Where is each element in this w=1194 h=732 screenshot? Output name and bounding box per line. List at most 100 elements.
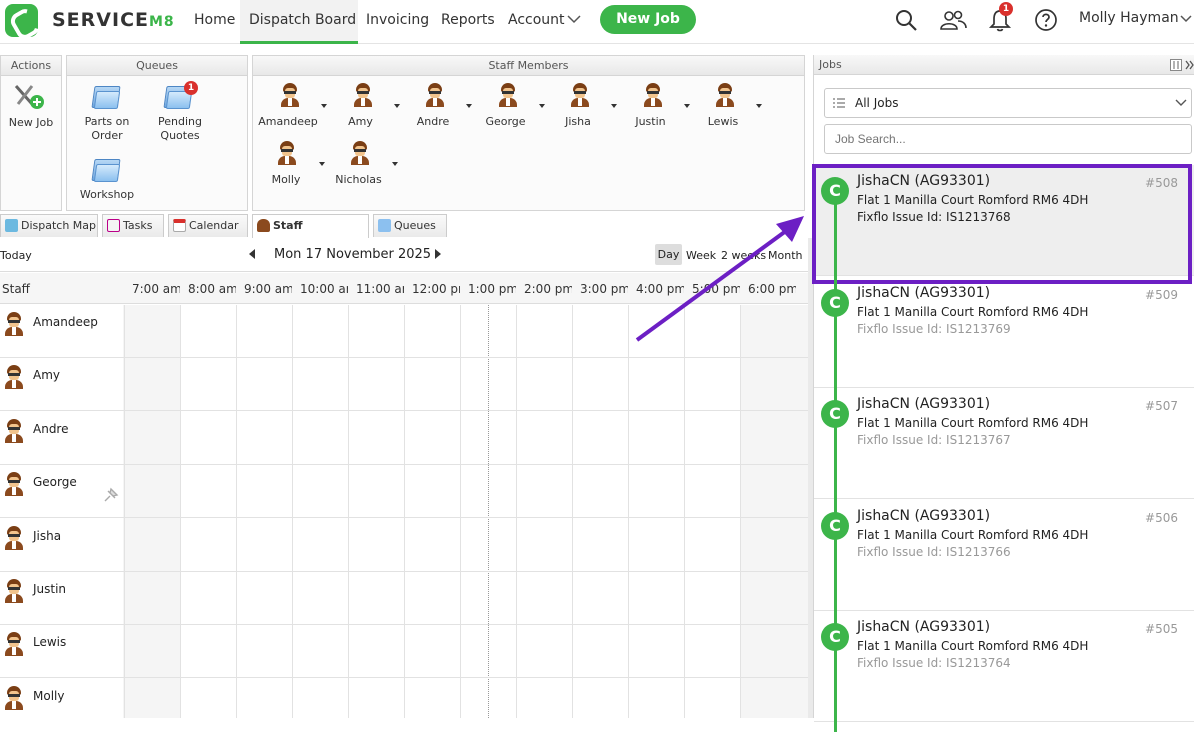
actions-panel: Actions New Job bbox=[0, 55, 62, 211]
staff-member-molly[interactable]: Molly bbox=[256, 139, 325, 194]
nav-dispatch-board[interactable]: Dispatch Board bbox=[240, 0, 358, 44]
staff-avatar-icon bbox=[424, 83, 446, 107]
jobs-filter-select[interactable]: All Jobs bbox=[824, 88, 1192, 118]
schedule-row-justin[interactable]: Justin bbox=[0, 572, 808, 625]
tasks-icon bbox=[107, 219, 120, 232]
new-job-button[interactable]: New Job bbox=[600, 5, 696, 34]
staff-avatar-icon bbox=[352, 83, 374, 107]
help-icon[interactable] bbox=[1034, 8, 1058, 32]
new-job-tools-icon[interactable] bbox=[12, 82, 48, 112]
dropdown-caret-icon[interactable] bbox=[683, 104, 690, 108]
dropdown-caret-icon[interactable] bbox=[466, 104, 472, 108]
chevron-down-icon[interactable] bbox=[567, 15, 581, 24]
tab-tasks[interactable]: Tasks bbox=[102, 214, 164, 237]
tab-queues[interactable]: Queues bbox=[373, 214, 447, 237]
nav-home[interactable]: Home bbox=[194, 0, 235, 44]
brand-logo[interactable]: SERVICEM8 bbox=[52, 9, 175, 31]
job-card[interactable]: JishaCN (AG93301) Flat 1 Manilla Court Ro… bbox=[814, 388, 1194, 499]
folder-icon[interactable] bbox=[91, 83, 121, 109]
schedule-row-label: George bbox=[33, 475, 77, 490]
dropdown-caret-icon[interactable] bbox=[611, 104, 617, 108]
job-title: JishaCN (AG93301) bbox=[857, 396, 991, 412]
pin-icon[interactable] bbox=[103, 487, 119, 503]
schedule-row-label: Amandeep bbox=[33, 315, 98, 329]
schedule-row-lewis[interactable]: Lewis bbox=[0, 625, 808, 679]
tab-staff-schedules[interactable]: Staff Schedules bbox=[252, 214, 369, 254]
chevron-down-icon[interactable] bbox=[1175, 99, 1187, 107]
hour-label: 8:00 am bbox=[188, 282, 236, 296]
nav-reports[interactable]: Reports bbox=[441, 0, 495, 44]
job-address: Flat 1 Manilla Court Romford RM6 4DH bbox=[857, 639, 1089, 653]
previous-day-icon[interactable] bbox=[249, 249, 256, 259]
job-title: JishaCN (AG93301) bbox=[857, 507, 991, 524]
tab-dispatch-map[interactable]: Dispatch Map bbox=[0, 214, 98, 237]
schedule-row-amy[interactable]: Amy bbox=[0, 358, 808, 412]
schedule-row-molly[interactable]: Molly bbox=[0, 679, 808, 718]
today-button[interactable]: Today bbox=[0, 249, 32, 262]
schedule-row-andre[interactable]: Andre bbox=[0, 412, 808, 465]
dropdown-caret-icon[interactable] bbox=[321, 104, 327, 108]
nav-invoicing[interactable]: Invoicing bbox=[366, 0, 429, 44]
staff-member-jisha[interactable]: Jisha bbox=[548, 81, 617, 136]
queues-title: Queues bbox=[67, 56, 247, 76]
dropdown-caret-icon[interactable] bbox=[756, 104, 762, 108]
queues-panel: Queues Parts on Order 1 Pending Quotes W… bbox=[66, 55, 248, 211]
folder-icon[interactable] bbox=[91, 156, 121, 182]
next-day-icon[interactable] bbox=[435, 249, 442, 259]
staff-member-george[interactable]: George bbox=[476, 81, 545, 136]
staff-member-lewis[interactable]: Lewis bbox=[693, 81, 762, 136]
staff-avatar-icon bbox=[569, 83, 591, 107]
staff-member-amy[interactable]: Amy bbox=[331, 81, 400, 136]
job-card[interactable]: JishaCN (AG93301) Flat 1 Manilla Court Ro… bbox=[814, 499, 1194, 611]
job-issue-id: Fixflo Issue Id: IS1213766 bbox=[857, 544, 1011, 559]
user-menu[interactable]: Molly Hayman bbox=[1079, 10, 1179, 26]
tab-calendar[interactable]: Calendar bbox=[168, 214, 248, 237]
schedule-row-george[interactable]: George bbox=[0, 465, 808, 519]
staff-member-label: Justin bbox=[635, 115, 666, 128]
collapse-panel-icon[interactable] bbox=[1185, 60, 1194, 70]
nav-account[interactable]: Account bbox=[508, 0, 565, 44]
new-job-action[interactable]: New Job bbox=[1, 116, 61, 130]
queue-pending-quotes[interactable]: Pending Quotes bbox=[147, 115, 213, 143]
job-status-icon: C bbox=[821, 400, 849, 428]
schedule-row-jisha[interactable]: Jisha bbox=[0, 519, 808, 572]
columns-icon[interactable] bbox=[1170, 59, 1182, 71]
staff-member-andre[interactable]: Andre bbox=[403, 81, 472, 136]
chevron-down-icon[interactable] bbox=[1180, 15, 1192, 23]
queue-parts-on-order[interactable]: Parts on Order bbox=[75, 115, 139, 143]
staff-member-nicholas[interactable]: Nicholas bbox=[329, 139, 398, 194]
schedule-row-label: Jisha bbox=[33, 528, 62, 543]
dropdown-caret-icon[interactable] bbox=[319, 162, 325, 166]
schedule-grid[interactable]: Amandeep Amy Andre George Jisha Justin Lewis Mo… bbox=[0, 305, 808, 718]
staff-avatar-icon bbox=[3, 685, 25, 710]
schedule-row-label: Amy bbox=[33, 368, 60, 383]
users-icon[interactable] bbox=[939, 8, 967, 32]
dropdown-caret-icon[interactable] bbox=[538, 104, 545, 108]
job-number: #507 bbox=[1145, 399, 1178, 413]
hour-label: 10:00 am bbox=[300, 282, 348, 296]
job-status-icon: C bbox=[821, 511, 849, 540]
staff-member-label: Andre bbox=[416, 115, 450, 128]
search-icon[interactable] bbox=[894, 8, 918, 32]
job-number: #509 bbox=[1145, 287, 1178, 302]
staff-avatar-icon bbox=[3, 632, 25, 657]
job-number: #506 bbox=[1145, 510, 1178, 525]
queue-workshop[interactable]: Workshop bbox=[75, 188, 139, 202]
job-search-input[interactable] bbox=[824, 124, 1192, 154]
staff-avatar-icon bbox=[3, 418, 25, 443]
list-icon bbox=[833, 98, 845, 108]
staff-member-label: Nicholas bbox=[335, 173, 382, 186]
job-card[interactable]: JishaCN (AG93301) Flat 1 Manilla Court Ro… bbox=[814, 276, 1194, 388]
actions-title: Actions bbox=[1, 56, 61, 76]
calendar-icon bbox=[173, 219, 186, 232]
staff-member-justin[interactable]: Justin bbox=[621, 81, 690, 136]
staff-avatar-icon bbox=[3, 365, 25, 390]
servicem8-logo-icon[interactable] bbox=[5, 4, 38, 37]
staff-member-amandeep[interactable]: Amandeep bbox=[258, 81, 327, 136]
dropdown-caret-icon[interactable] bbox=[393, 104, 400, 108]
jobs-panel: Jobs All Jobs JishaCN (AG93301) Flat 1 Ma… bbox=[813, 55, 1194, 732]
schedule-row-label: Andre bbox=[33, 421, 69, 436]
job-card[interactable]: JishaCN (AG93301) Flat 1 Manilla Court Ro… bbox=[814, 611, 1194, 722]
staff-avatar-icon bbox=[3, 579, 25, 603]
dropdown-caret-icon[interactable] bbox=[391, 162, 398, 166]
